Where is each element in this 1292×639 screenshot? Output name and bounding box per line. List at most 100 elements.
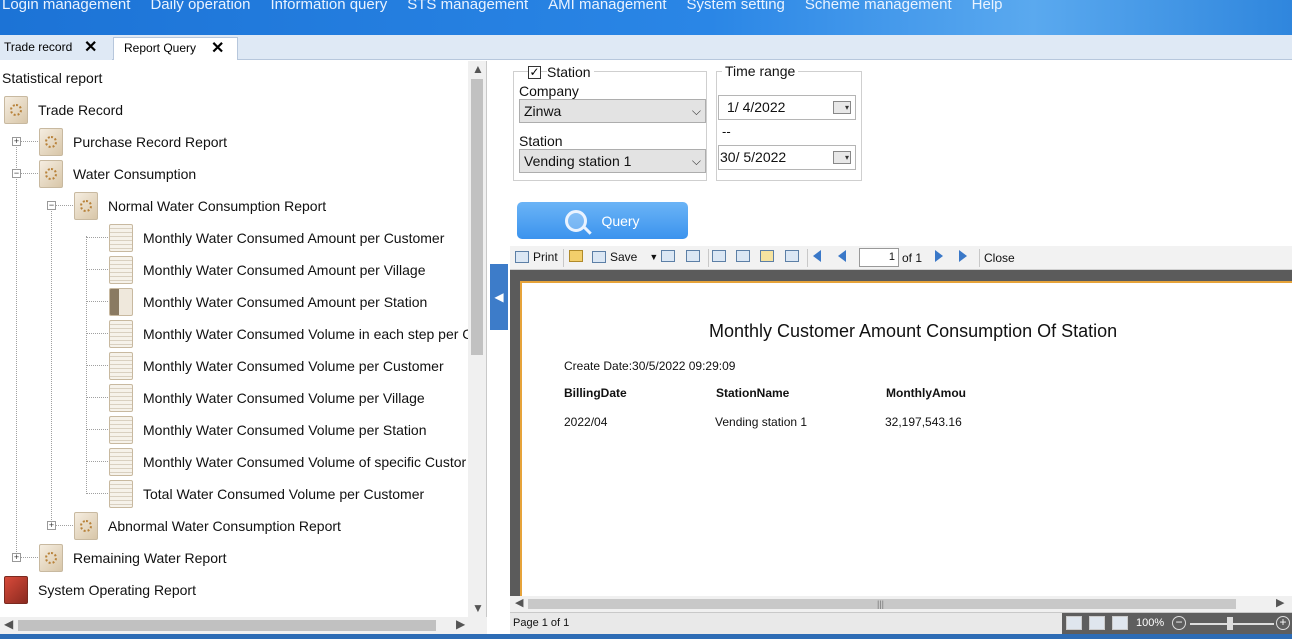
report-cell: 32,197,543.16 <box>885 415 962 429</box>
chevron-down-icon: ⌵ <box>691 154 701 168</box>
station-value: Vending station 1 <box>524 153 632 169</box>
tree-item-label: Monthly Water Consumed Amount per Villag… <box>143 262 426 278</box>
tree-item-monthly-amount-village[interactable]: Monthly Water Consumed Amount per Villag… <box>109 254 425 286</box>
expand-icon[interactable]: + <box>12 137 21 146</box>
scroll-left-icon[interactable]: ◀ <box>515 596 523 609</box>
tree-item-monthly-volume-customer[interactable]: Monthly Water Consumed Volume per Custom… <box>109 350 444 382</box>
tab-trade-record[interactable]: Trade record ✕ <box>0 37 112 60</box>
tree-item-abnormal-water-consumption-report[interactable]: Abnormal Water Consumption Report <box>74 510 341 542</box>
company-select[interactable]: Zinwa ⌵ <box>519 99 706 123</box>
station-checkbox[interactable]: ✓ <box>528 66 541 79</box>
find-button[interactable] <box>686 250 704 262</box>
close-icon[interactable]: ✕ <box>211 38 224 59</box>
date-to-picker[interactable]: 30/ 5/2022 ▾ <box>718 145 856 170</box>
menu-system-setting[interactable]: System setting <box>687 0 785 13</box>
scroll-right-icon[interactable]: ▶ <box>1276 596 1284 609</box>
collapse-panel-button[interactable]: ◀ <box>490 264 508 330</box>
tree-item-remaining-water-report[interactable]: Remaining Water Report <box>39 542 227 574</box>
collapse-icon[interactable]: − <box>47 201 56 210</box>
scroll-up-icon[interactable]: ▲ <box>472 62 484 76</box>
menu-information-query[interactable]: Information query <box>271 0 388 13</box>
tree-item-monthly-volume-village[interactable]: Monthly Water Consumed Volume per Villag… <box>109 382 425 414</box>
multi-page-view-icon[interactable] <box>1066 616 1082 630</box>
menu-scheme-management[interactable]: Scheme management <box>805 0 952 13</box>
viewer-horizontal-scrollbar[interactable]: ◀ ||| ▶ <box>510 596 1292 612</box>
tree-item-system-operating-report[interactable]: System Operating Report <box>4 574 196 606</box>
tree-item-monthly-volume-step[interactable]: Monthly Water Consumed Volume in each st… <box>109 318 472 350</box>
tree-item-water-consumption[interactable]: Water Consumption <box>39 158 196 190</box>
tree-root[interactable]: Statistical report <box>2 62 102 94</box>
menu-daily-operation[interactable]: Daily operation <box>150 0 250 13</box>
station-select[interactable]: Vending station 1 ⌵ <box>519 149 706 173</box>
print-button[interactable]: Print <box>515 250 558 264</box>
continuous-view-icon[interactable] <box>1112 616 1128 630</box>
scroll-right-icon[interactable]: ▶ <box>456 617 465 631</box>
tree-item-purchase-record-report[interactable]: Purchase Record Report <box>39 126 227 158</box>
tree-item-trade-record[interactable]: Trade Record <box>4 94 123 126</box>
top-menu-bar: Login management Daily operation Informa… <box>0 0 1292 35</box>
next-page-button[interactable] <box>935 250 947 262</box>
report-page-icon <box>109 416 133 444</box>
close-button[interactable]: Close <box>984 251 1015 265</box>
pencil-icon <box>760 250 774 262</box>
open-button[interactable] <box>569 250 587 262</box>
page-setup-icon <box>785 250 799 262</box>
query-label: Query <box>601 212 640 229</box>
first-page-button[interactable] <box>813 250 825 262</box>
previous-page-button[interactable] <box>838 250 850 262</box>
zoom-out-icon[interactable]: − <box>1172 616 1186 630</box>
menu-help[interactable]: Help <box>972 0 1003 13</box>
query-button[interactable]: Query <box>517 202 688 239</box>
expand-icon[interactable]: + <box>12 553 21 562</box>
date-from-picker[interactable]: 1/ 4/2022 ▾ <box>718 95 856 120</box>
folder-icon <box>569 250 583 262</box>
zoom-button[interactable] <box>736 250 754 262</box>
edit-button[interactable] <box>760 250 778 262</box>
last-page-button[interactable] <box>959 250 971 262</box>
report-page-icon <box>109 224 133 252</box>
page-number-input[interactable]: 1 <box>859 248 899 267</box>
page-layout-icon <box>712 250 726 262</box>
report-folder-icon <box>39 160 63 188</box>
last-page-icon <box>959 250 967 262</box>
tree-item-monthly-volume-specific-customer[interactable]: Monthly Water Consumed Volume of specifi… <box>109 446 466 478</box>
menu-sts-management[interactable]: STS management <box>407 0 528 13</box>
scroll-thumb[interactable] <box>471 79 483 355</box>
binoculars-icon <box>686 250 700 262</box>
tree-line <box>86 269 108 270</box>
zoom-slider-thumb[interactable] <box>1227 617 1233 630</box>
single-page-view-icon[interactable] <box>1089 616 1105 630</box>
calendar-icon[interactable]: ▾ <box>833 151 851 164</box>
menu-login-management[interactable]: Login management <box>2 0 130 13</box>
tree-vertical-scrollbar[interactable]: ▲ ▼ <box>468 61 486 617</box>
menu-ami-management[interactable]: AMI management <box>548 0 666 13</box>
scroll-thumb[interactable] <box>18 620 436 631</box>
close-icon[interactable]: ✕ <box>84 37 97 58</box>
tree-item-monthly-volume-station[interactable]: Monthly Water Consumed Volume per Statio… <box>109 414 427 446</box>
viewer-toolbar: Print Save ▼ 1 of 1 Close <box>510 246 1292 270</box>
layout-button[interactable] <box>712 250 730 262</box>
chevron-down-icon[interactable]: ▼ <box>649 252 658 262</box>
tree-item-monthly-amount-customer[interactable]: Monthly Water Consumed Amount per Custom… <box>109 222 444 254</box>
company-value: Zinwa <box>524 103 562 119</box>
report-create-date: Create Date:30/5/2022 09:29:09 <box>564 359 736 373</box>
expand-icon[interactable]: + <box>47 521 56 530</box>
tree-item-normal-water-consumption-report[interactable]: Normal Water Consumption Report <box>74 190 326 222</box>
email-button[interactable] <box>661 250 679 262</box>
calendar-icon[interactable]: ▾ <box>833 101 851 114</box>
report-page-icon <box>109 448 133 476</box>
zoom-in-icon[interactable]: + <box>1276 616 1290 630</box>
tree-item-monthly-amount-station[interactable]: Monthly Water Consumed Amount per Statio… <box>109 286 427 318</box>
tab-report-query[interactable]: Report Query ✕ <box>113 37 238 60</box>
page-setup-button[interactable] <box>785 250 803 262</box>
collapse-icon[interactable]: − <box>12 169 21 178</box>
tree-item-total-volume-customer[interactable]: Total Water Consumed Volume per Customer <box>109 478 424 510</box>
tree-horizontal-scrollbar[interactable]: ◀ ▶ <box>0 617 487 634</box>
report-folder-icon <box>39 544 63 572</box>
tree-item-label: Trade Record <box>38 102 124 118</box>
tree-line <box>86 301 108 302</box>
scroll-down-icon[interactable]: ▼ <box>472 601 484 615</box>
scroll-left-icon[interactable]: ◀ <box>4 617 13 631</box>
save-button[interactable]: Save ▼ <box>592 250 658 264</box>
page-count: of 1 <box>902 251 923 265</box>
